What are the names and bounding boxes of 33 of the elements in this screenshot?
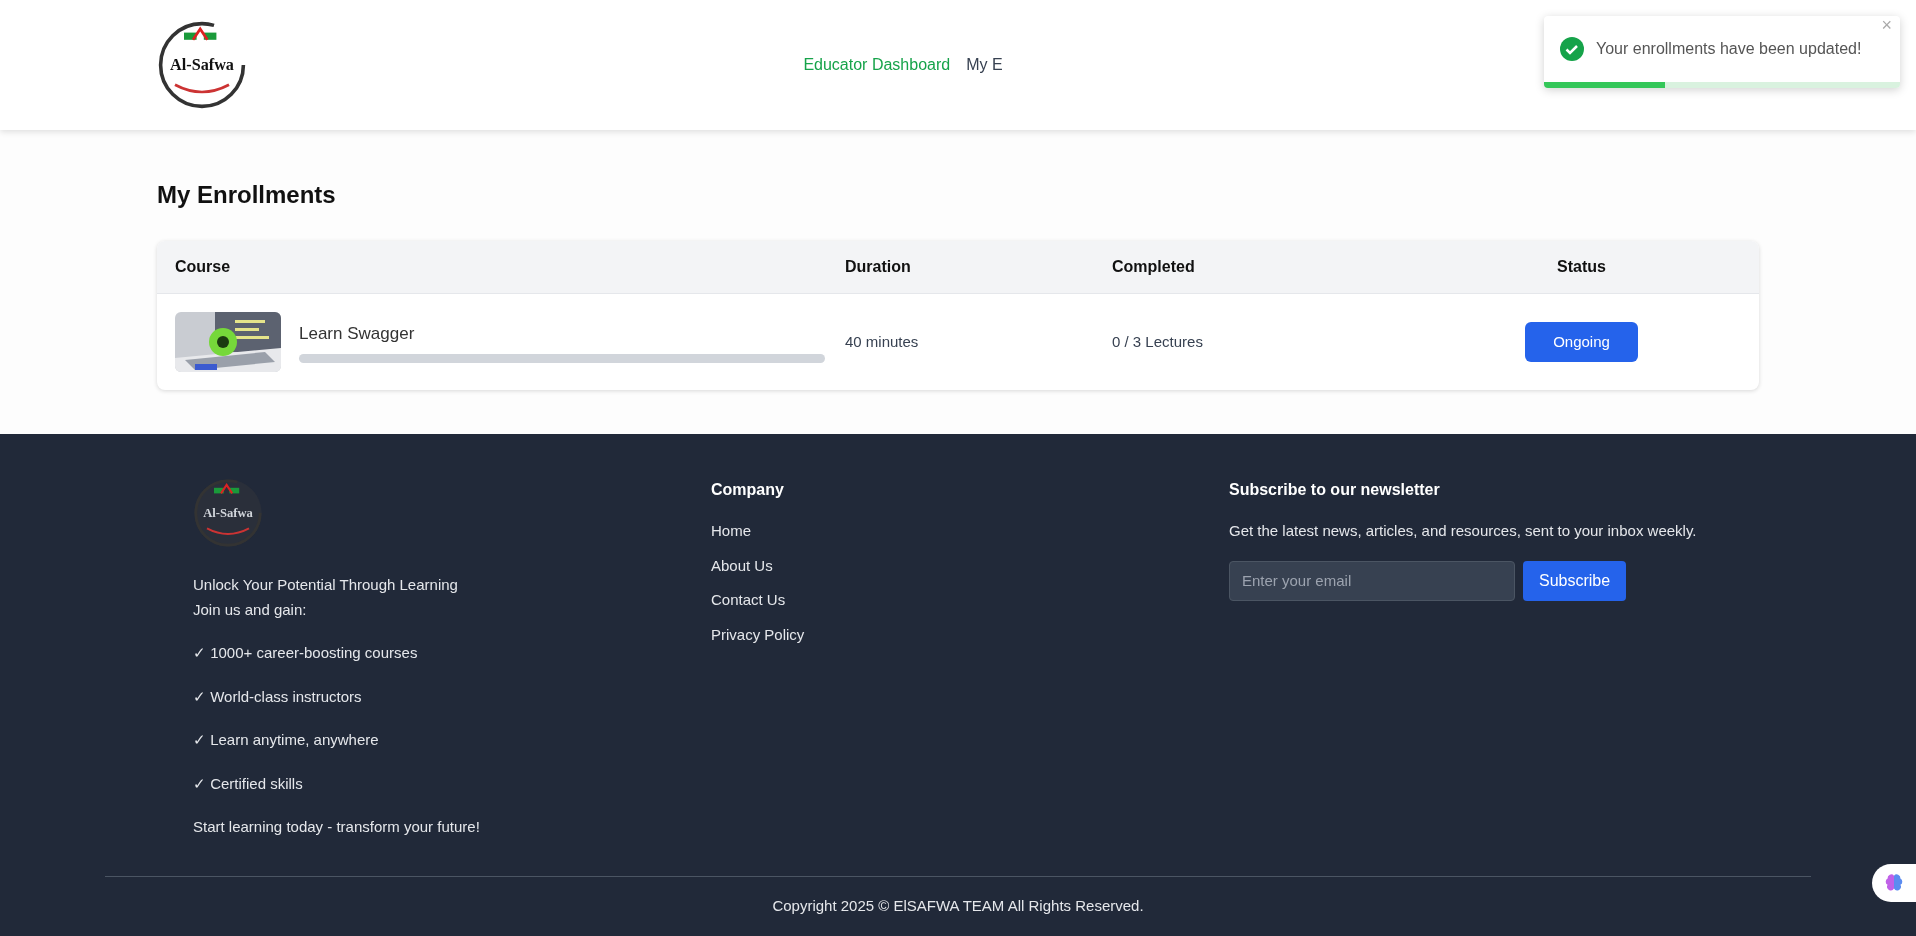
footer-link[interactable]: About Us [711, 554, 1229, 577]
logo-text: Al-Safwa [203, 506, 253, 520]
toast-message: Your enrollments have been updated! [1596, 39, 1862, 59]
column-header: Status [1557, 257, 1606, 277]
newsletter-text: Get the latest news, articles, and resources, sent to your inbox weekly. [1229, 521, 1698, 541]
footer-closing: Start learning today - transform your future! [193, 817, 481, 837]
course-title: Learn Swagger [299, 322, 416, 345]
footer-tagline: Unlock Your Potential Through Learning [193, 575, 459, 595]
column-header: Course [175, 257, 232, 277]
check-circle-icon [1560, 37, 1584, 61]
page-title: My Enrollments [157, 180, 337, 210]
newsletter-heading: Subscribe to our newsletter [1229, 480, 1441, 500]
company-heading: Company [711, 480, 785, 500]
footer-link[interactable]: Privacy Policy [711, 623, 1229, 646]
assistant-button[interactable] [1872, 864, 1916, 902]
copyright-text: Copyright 2025 © ElSAFWA TEAM All Rights Reserved. [772, 896, 1144, 917]
benefit-item: ✓ Learn anytime, anywhere [193, 730, 380, 750]
duration-cell-text: 40 minutes [845, 331, 920, 352]
subscribe-button[interactable]: Subscribe [1523, 560, 1627, 601]
benefit-item: ✓ Certified skills [193, 773, 304, 794]
status-button[interactable]: Ongoing [1525, 322, 1638, 362]
logo [193, 478, 263, 548]
benefit-item: ✓ World-class instructors [193, 686, 363, 707]
logo-text: Al-Safwa [170, 56, 234, 74]
footer-link[interactable]: Home [711, 520, 1229, 543]
email-field[interactable]: Enter your email [1229, 560, 1515, 601]
benefit-item: ✓ 1000+ career-boosting courses [193, 643, 419, 663]
completed-cell-text: 0 / 3 Lectures [1112, 331, 1204, 352]
footer-intro: Join us and gain: [193, 599, 308, 620]
nav-link[interactable]: My E [966, 53, 1003, 77]
column-header: Duration [845, 257, 912, 277]
footer-link[interactable]: Contact Us [711, 589, 1229, 612]
column-header: Completed [1112, 257, 1196, 277]
